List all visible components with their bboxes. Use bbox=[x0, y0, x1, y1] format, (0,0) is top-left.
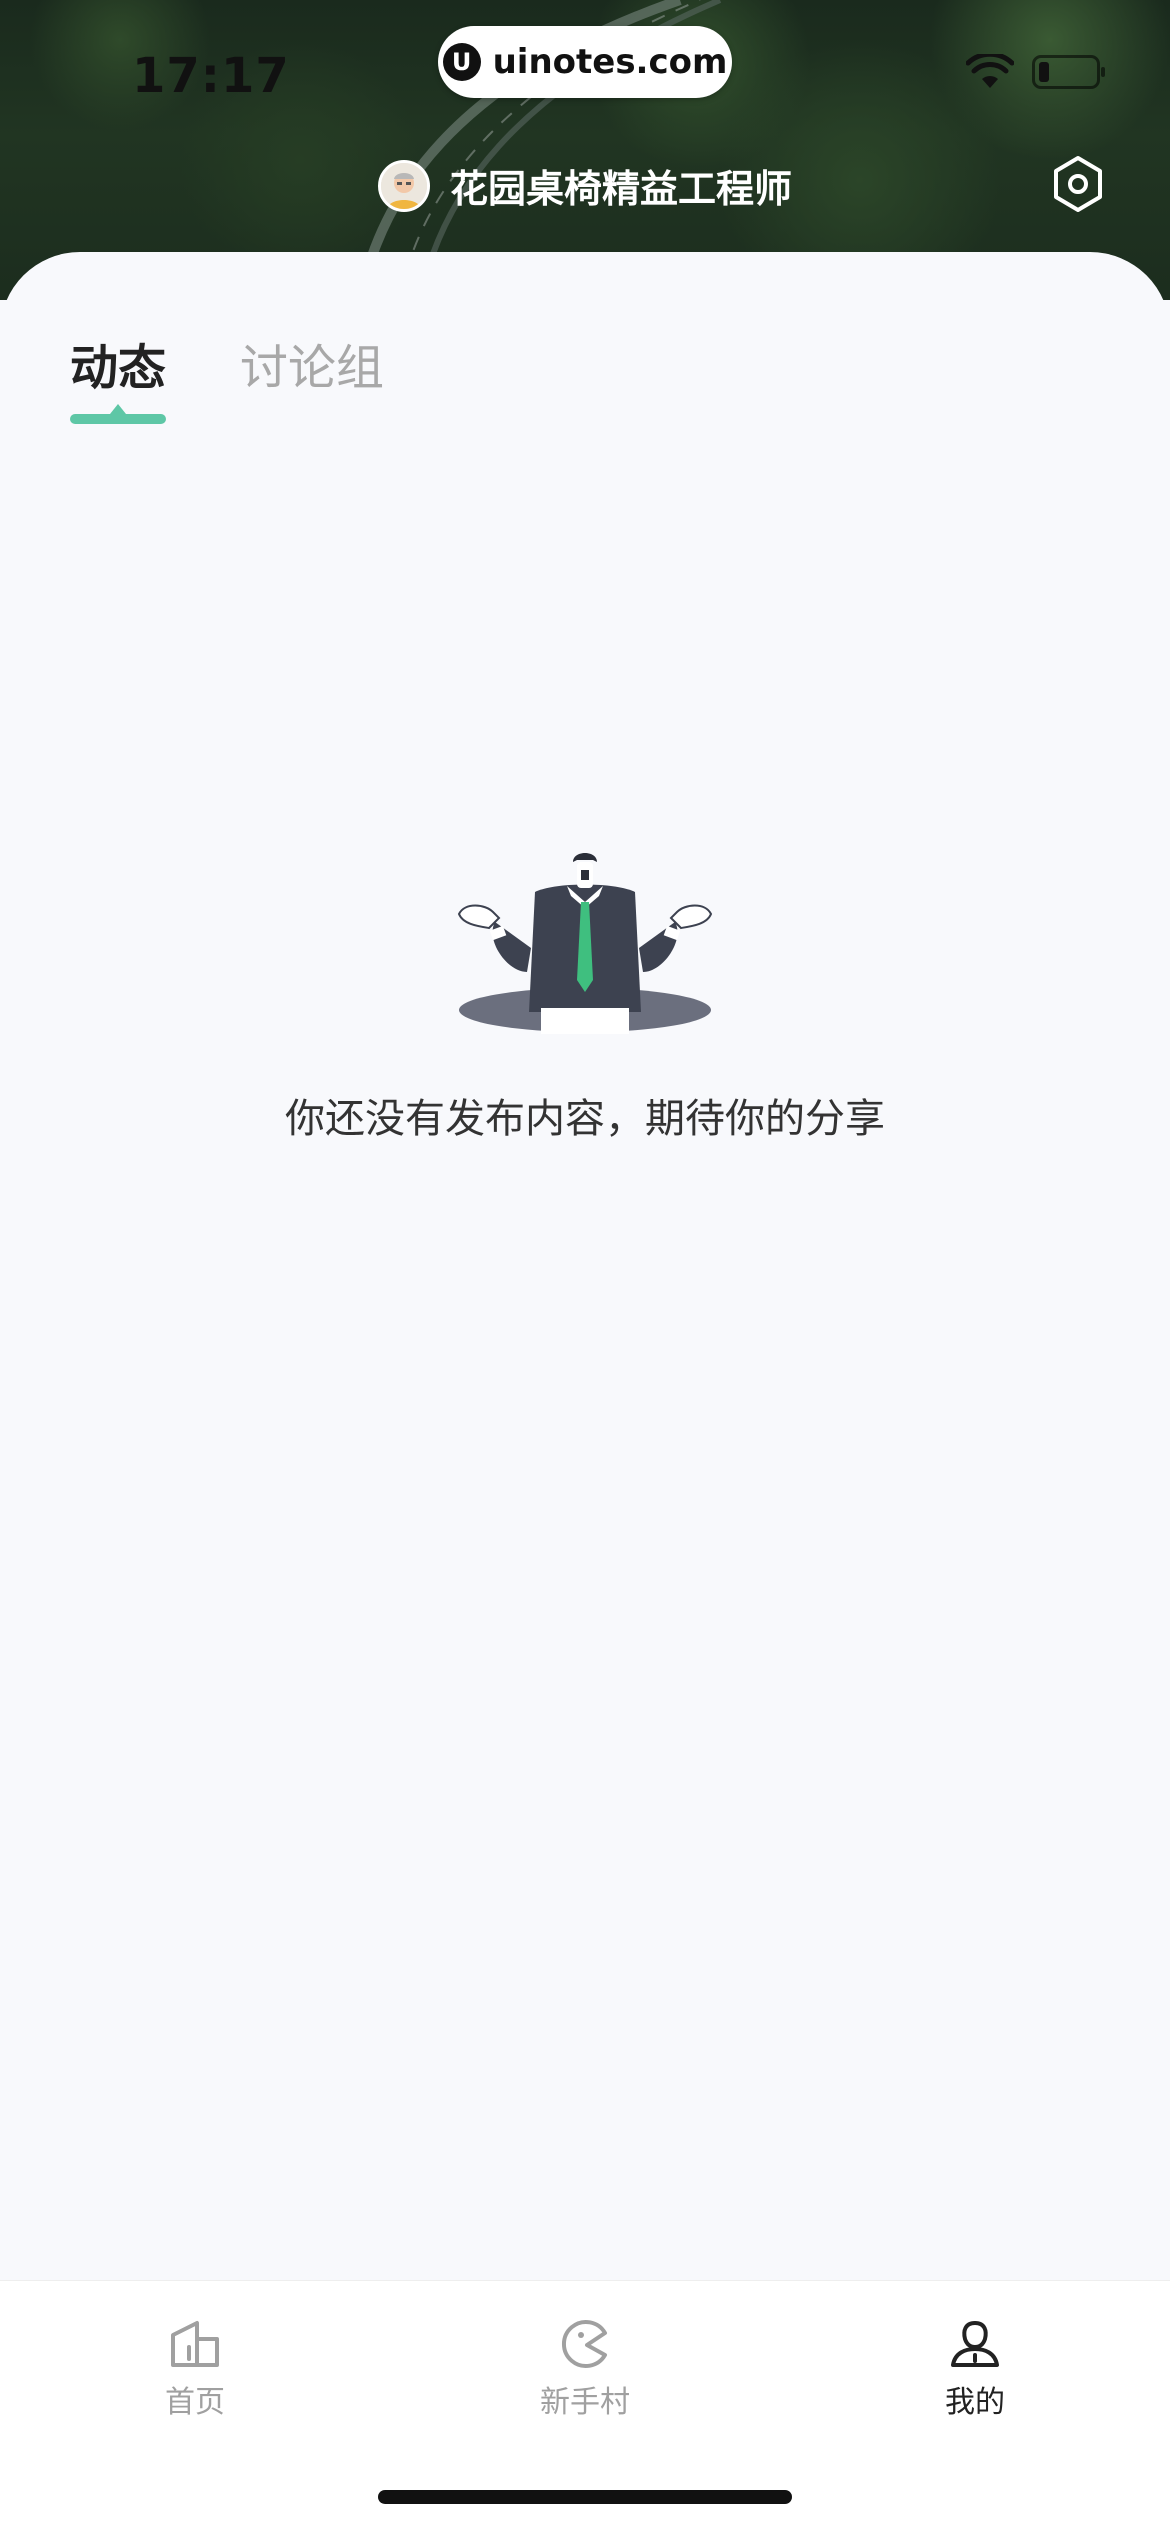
hexagon-settings-icon[interactable] bbox=[1048, 154, 1108, 214]
tabbar-item-novice-village[interactable]: 新手村 bbox=[485, 2317, 685, 2421]
profile-header[interactable]: 花园桌椅精益工程师 bbox=[0, 158, 1170, 213]
status-indicators bbox=[966, 54, 1105, 90]
content-tabs: 动态 讨论组 bbox=[70, 328, 384, 424]
home-indicator[interactable] bbox=[378, 2490, 792, 2504]
tab-discussion-groups-label: 讨论组 bbox=[240, 340, 385, 396]
tab-dynamics-label: 动态 bbox=[70, 340, 167, 396]
tabbar-item-mine[interactable]: 我的 bbox=[875, 2317, 1075, 2421]
empty-state-message: 你还没有发布内容，期待你的分享 bbox=[285, 1096, 885, 1142]
content-sheet: 动态 讨论组 你还没有发布内容，期待你的分享 bbox=[0, 252, 1170, 2280]
user-avatar[interactable] bbox=[377, 159, 430, 212]
tab-dynamics[interactable]: 动态 bbox=[70, 328, 167, 424]
home-icon bbox=[171, 2321, 219, 2367]
status-time: 17:17 bbox=[132, 48, 290, 104]
url-text: uinotes.com bbox=[492, 42, 728, 82]
user-icon bbox=[951, 2321, 999, 2367]
username: 花园桌椅精益工程师 bbox=[449, 167, 792, 211]
pacman-icon bbox=[561, 2320, 607, 2368]
uinotes-logo-icon: U bbox=[442, 43, 481, 81]
url-pill: U uinotes.com bbox=[438, 26, 732, 98]
shrugging-man-illustration bbox=[457, 853, 713, 1034]
battery-icon bbox=[1032, 55, 1105, 89]
tabbar-mine-label: 我的 bbox=[945, 2385, 1005, 2420]
avatar-face-icon bbox=[380, 162, 427, 209]
tabbar-home-label: 首页 bbox=[165, 2385, 225, 2420]
tabbar-item-home[interactable]: 首页 bbox=[95, 2317, 295, 2421]
tab-discussion-groups[interactable]: 讨论组 bbox=[240, 328, 384, 420]
tabbar-novice-village-label: 新手村 bbox=[540, 2385, 630, 2420]
active-tab-indicator bbox=[70, 404, 166, 424]
wifi-icon bbox=[966, 54, 1014, 88]
